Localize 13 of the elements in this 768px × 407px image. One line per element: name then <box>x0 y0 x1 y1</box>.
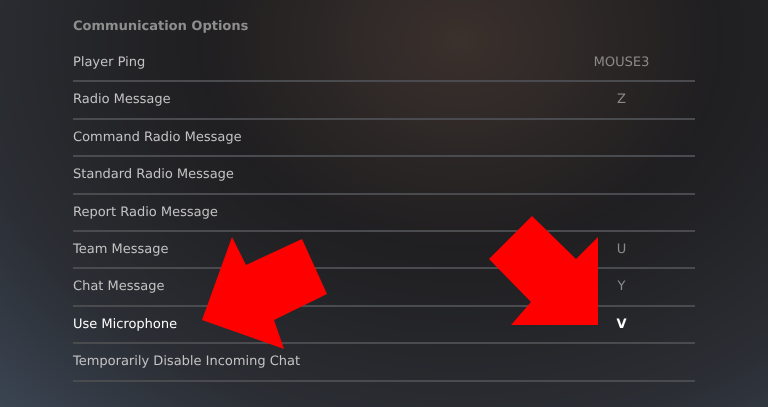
key-binding[interactable]: MOUSE3 <box>594 54 650 70</box>
keybind-row[interactable]: Player Ping MOUSE3 <box>73 45 695 82</box>
key-binding[interactable]: Y <box>618 279 626 294</box>
key-binding[interactable]: U <box>616 242 626 257</box>
keybind-row[interactable]: Standard Radio Message <box>73 157 695 195</box>
key-binding[interactable]: Z <box>617 92 626 108</box>
arrow-icon <box>202 237 327 349</box>
key-binding[interactable]: V <box>616 316 627 332</box>
section-title: Communication Options <box>73 18 248 36</box>
keybind-row[interactable]: Command Radio Message <box>73 120 695 158</box>
keybind-row[interactable]: Radio Message Z <box>73 82 695 120</box>
keybind-row[interactable]: Temporarily Disable Incoming Chat <box>73 344 695 382</box>
arrow-icon <box>489 216 598 325</box>
